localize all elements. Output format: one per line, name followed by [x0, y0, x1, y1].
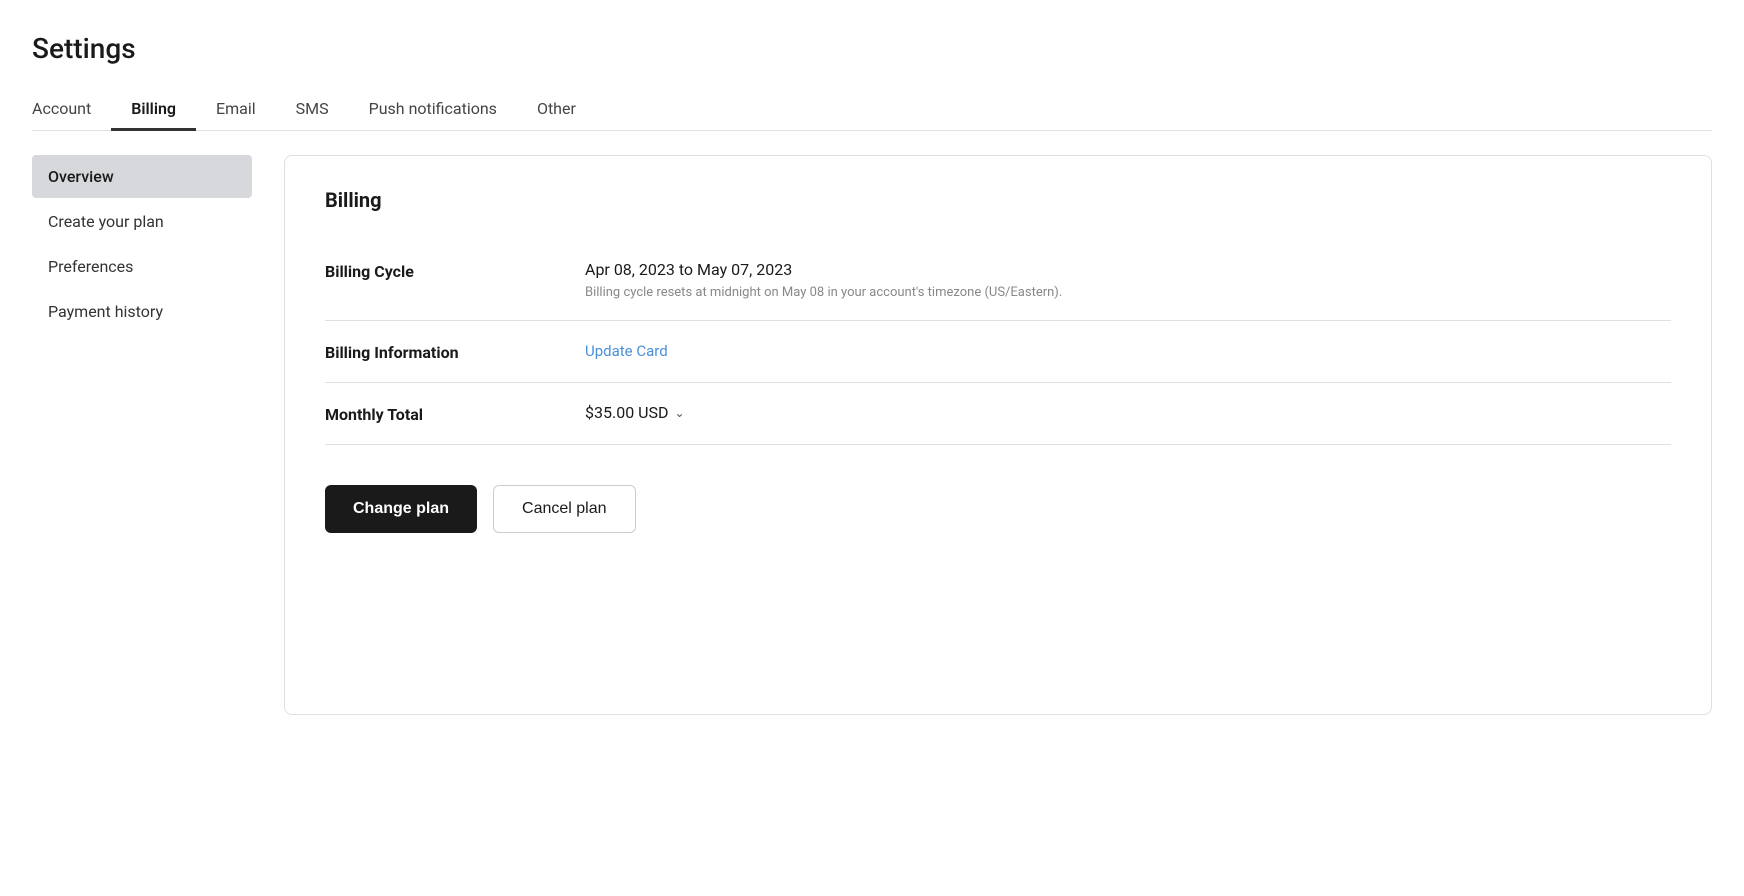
sidebar-item-overview[interactable]: Overview [32, 155, 252, 198]
tab-push-notifications[interactable]: Push notifications [349, 89, 517, 131]
monthly-total-amount-text: $35.00 USD [585, 403, 669, 422]
sidebar-item-preferences[interactable]: Preferences [32, 245, 252, 288]
sidebar-item-payment-history[interactable]: Payment history [32, 290, 252, 333]
page-title: Settings [32, 32, 1712, 65]
billing-cycle-label: Billing Cycle [325, 260, 545, 281]
tab-account[interactable]: Account [32, 89, 111, 131]
tab-billing[interactable]: Billing [111, 89, 196, 131]
billing-cycle-row: Billing Cycle Apr 08, 2023 to May 07, 20… [325, 240, 1671, 321]
sidebar-item-create-plan[interactable]: Create your plan [32, 200, 252, 243]
tab-email[interactable]: Email [196, 89, 276, 131]
monthly-total-value: $35.00 USD ⌄ [585, 403, 1671, 422]
chevron-down-icon: ⌄ [675, 406, 685, 420]
billing-cycle-note: Billing cycle resets at midnight on May … [585, 285, 1671, 300]
update-card-link[interactable]: Update Card [585, 342, 668, 360]
billing-cycle-value: Apr 08, 2023 to May 07, 2023 Billing cyc… [585, 260, 1671, 300]
sidebar: Overview Create your plan Preferences Pa… [32, 155, 252, 335]
monthly-total-row: Monthly Total $35.00 USD ⌄ [325, 383, 1671, 445]
billing-panel: Billing Billing Cycle Apr 08, 2023 to Ma… [284, 155, 1712, 715]
monthly-total-amount[interactable]: $35.00 USD ⌄ [585, 403, 1671, 422]
cancel-plan-button[interactable]: Cancel plan [493, 485, 636, 533]
action-buttons: Change plan Cancel plan [325, 485, 1671, 533]
top-navigation: Account Billing Email SMS Push notificat… [32, 89, 1712, 131]
billing-info-value: Update Card [585, 341, 1671, 360]
billing-cycle-date: Apr 08, 2023 to May 07, 2023 [585, 260, 1671, 279]
billing-info-row: Billing Information Update Card [325, 321, 1671, 383]
tab-other[interactable]: Other [517, 89, 596, 131]
change-plan-button[interactable]: Change plan [325, 485, 477, 533]
billing-info-label: Billing Information [325, 341, 545, 362]
monthly-total-label: Monthly Total [325, 403, 545, 424]
billing-panel-title: Billing [325, 188, 1671, 212]
tab-sms[interactable]: SMS [276, 89, 349, 131]
